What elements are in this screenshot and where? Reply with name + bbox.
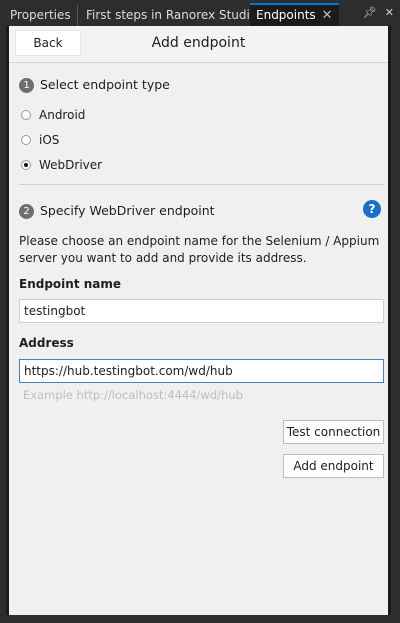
step-number-badge: 1 xyxy=(19,78,34,93)
step1-heading: 1 Select endpoint type xyxy=(19,77,170,93)
step1-heading-text: Select endpoint type xyxy=(40,77,170,92)
radio-ios[interactable]: iOS xyxy=(21,131,59,149)
radio-label: iOS xyxy=(39,133,60,147)
help-icon[interactable]: ? xyxy=(363,200,381,218)
tab-label: First steps in Ranorex Studio xyxy=(86,8,258,22)
radio-button[interactable] xyxy=(21,109,31,120)
endpoints-panel: Back Add endpoint 1 Select endpoint type … xyxy=(6,26,391,615)
section-divider xyxy=(19,184,384,185)
radio-label: WebDriver xyxy=(39,158,103,172)
close-panel-icon[interactable]: ✕ xyxy=(385,6,394,19)
test-connection-button[interactable]: Test connection xyxy=(283,420,384,444)
tab-first-steps[interactable]: First steps in Ranorex Studio xyxy=(80,5,265,26)
step2-heading-text: Specify WebDriver endpoint xyxy=(40,203,215,218)
radio-label: Android xyxy=(39,108,86,122)
add-endpoint-button[interactable]: Add endpoint xyxy=(283,454,384,478)
tab-strip: Properties First steps in Ranorex Studio… xyxy=(0,0,400,26)
endpoint-name-label: Endpoint name xyxy=(19,277,122,291)
tab-tools: 📌︎ ✕ xyxy=(355,6,394,19)
step2-heading: 2 Specify WebDriver endpoint xyxy=(19,203,215,219)
radio-webdriver[interactable]: WebDriver xyxy=(21,156,102,174)
radio-button-selected[interactable] xyxy=(21,159,31,170)
tab-properties[interactable]: Properties xyxy=(4,5,78,26)
address-input[interactable]: https://hub.testingbot.com/wd/hub xyxy=(19,359,384,383)
pin-icon[interactable]: 📌︎ xyxy=(363,6,377,19)
address-label: Address xyxy=(19,336,74,350)
tab-label: Endpoints xyxy=(256,8,316,22)
endpoint-name-input[interactable]: testingbot xyxy=(19,299,384,323)
radio-android[interactable]: Android xyxy=(21,106,85,124)
address-hint: Example http://localhost:4444/wd/hub xyxy=(23,388,243,402)
page-title: Add endpoint xyxy=(151,35,246,51)
panel-header: Back Add endpoint xyxy=(9,26,388,63)
step2-description: Please choose an endpoint name for the S… xyxy=(19,234,380,265)
radio-button[interactable] xyxy=(21,134,31,145)
step-number-badge: 2 xyxy=(19,204,34,219)
close-tab-icon[interactable]: ✕ xyxy=(322,8,333,23)
tab-endpoints[interactable]: Endpoints ✕ xyxy=(250,3,339,26)
tab-label: Properties xyxy=(10,8,71,22)
bottom-border xyxy=(0,615,400,623)
